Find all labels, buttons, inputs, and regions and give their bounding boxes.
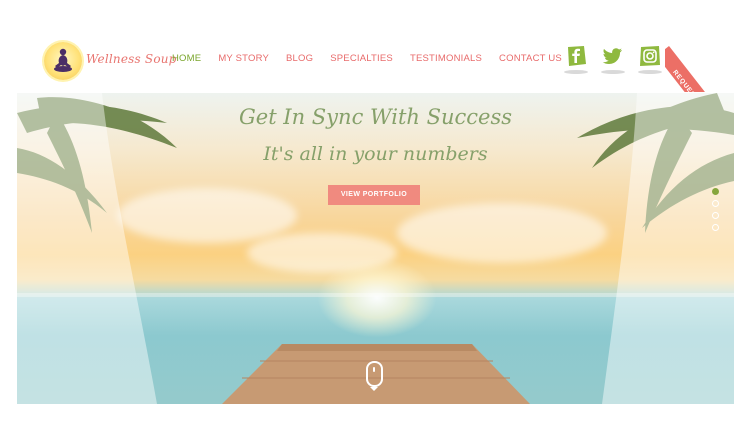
hero-slider: Get In Sync With Success It's all in you…	[17, 93, 734, 404]
twitter-shadow	[601, 70, 625, 74]
palm-leaves-right	[577, 93, 734, 404]
site-header: Wellness Soup HOME MY STORY BLOG SPECIAL…	[0, 0, 751, 92]
nav-item-testimonials[interactable]: TESTIMONIALS	[410, 53, 482, 64]
instagram-shadow	[638, 70, 662, 74]
nav-item-blog[interactable]: BLOG	[286, 53, 313, 64]
facebook-shadow	[564, 70, 588, 74]
nav-item-home[interactable]: HOME	[172, 53, 201, 64]
twitter-icon	[602, 48, 622, 64]
nav-item-contact-us[interactable]: CONTACT US	[499, 53, 562, 64]
nav-item-my-story[interactable]: MY STORY	[218, 53, 269, 64]
twitter-link[interactable]	[601, 45, 625, 74]
nav-item-specialties[interactable]: SPECIALTIES	[330, 53, 393, 64]
meditation-figure-icon	[54, 48, 72, 72]
slider-pagination	[712, 188, 720, 236]
slide-dot[interactable]	[712, 212, 719, 219]
hero-subtitle: It's all in your numbers	[263, 143, 488, 165]
brand-name[interactable]: Wellness Soup	[86, 52, 177, 66]
main-nav: HOME MY STORY BLOG SPECIALTIES TESTIMONI…	[172, 53, 579, 64]
scroll-down-arrow-icon	[370, 387, 378, 391]
mouse-scroll-icon[interactable]	[366, 361, 383, 387]
facebook-icon	[568, 46, 586, 66]
request-quote-ribbon[interactable]: REQUEST A QUOTE	[665, 28, 751, 92]
view-portfolio-button[interactable]: VIEW PORTFOLIO	[328, 185, 420, 205]
ribbon-label: REQUEST A QUOTE	[671, 69, 722, 92]
instagram-icon	[640, 46, 660, 66]
slide-dot[interactable]	[712, 188, 719, 195]
slide-dot[interactable]	[712, 200, 719, 207]
logo[interactable]	[44, 42, 82, 80]
hero-title: Get In Sync With Success	[238, 105, 512, 129]
facebook-link[interactable]	[564, 45, 588, 74]
instagram-link[interactable]	[638, 45, 662, 74]
ribbon-band: REQUEST A QUOTE	[665, 46, 743, 92]
slide-dot[interactable]	[712, 224, 719, 231]
